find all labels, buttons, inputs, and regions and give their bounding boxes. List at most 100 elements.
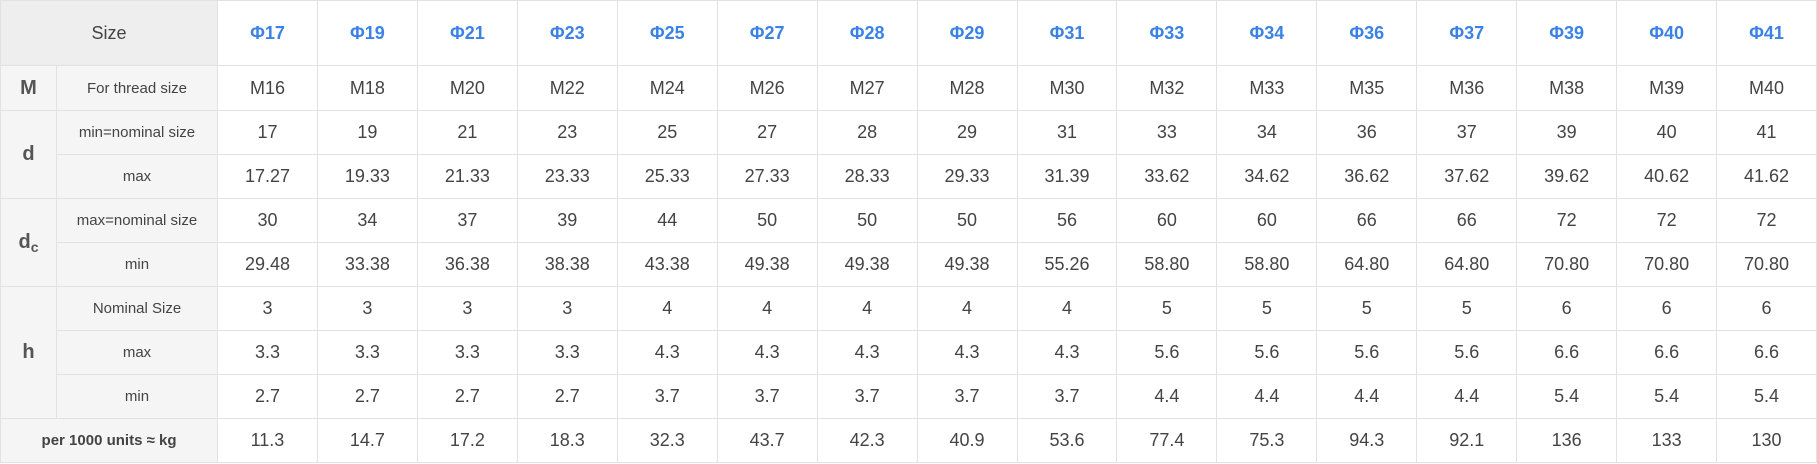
table-cell: 37 — [416, 198, 518, 243]
table-body: M For thread size M16 M18 M20 M22 M24 M26 M27 M28… — [0, 65, 1817, 463]
table-cell: 36.62 — [1316, 154, 1418, 199]
table-cell: 5 — [1216, 286, 1318, 331]
table-cell: 4 — [816, 286, 918, 331]
table-cell: M36 — [1416, 65, 1518, 111]
table-cell: 4.4 — [1116, 374, 1218, 419]
weight-cell: 133 — [1616, 418, 1718, 463]
table-cell: 4.3 — [816, 330, 918, 375]
table-cell: M30 — [1016, 65, 1118, 111]
table-cell: 41 — [1716, 110, 1817, 155]
table-cell: 38.38 — [516, 242, 618, 287]
table-cell: 36 — [1316, 110, 1418, 155]
table-cell: 4 — [716, 286, 818, 331]
table-cell: 5 — [1116, 286, 1218, 331]
table-cell: 4 — [616, 286, 718, 331]
table-cell: M28 — [916, 65, 1018, 111]
table-cell: 39 — [1516, 110, 1618, 155]
group-symbol: dc — [0, 198, 57, 287]
table-cell: 72 — [1716, 198, 1817, 243]
weight-cell: 40.9 — [916, 418, 1018, 463]
table-cell: 70.80 — [1716, 242, 1817, 287]
table-cell: 4.3 — [1016, 330, 1118, 375]
table-cell: M18 — [316, 65, 418, 111]
table-cell: 31 — [1016, 110, 1118, 155]
table-cell: 30 — [217, 198, 318, 243]
table-cell: 3.3 — [416, 330, 518, 375]
weight-cell: 94.3 — [1316, 418, 1418, 463]
table-cell: M38 — [1516, 65, 1618, 111]
table-cell: M39 — [1616, 65, 1718, 111]
row-label: min — [55, 374, 219, 419]
table-cell: 41.62 — [1716, 154, 1817, 199]
size-column-header: Φ27 — [716, 0, 818, 66]
table-cell: 5.6 — [1216, 330, 1318, 375]
table-cell: 2.7 — [516, 374, 618, 419]
table-cell: 40.62 — [1616, 154, 1718, 199]
size-header: Size — [0, 0, 219, 66]
table-cell: 19 — [316, 110, 418, 155]
table-cell: 27 — [716, 110, 818, 155]
table-cell: 34 — [316, 198, 418, 243]
group-symbol: h — [0, 286, 57, 419]
row-label: min=nominal size — [55, 110, 219, 155]
spec-table: Size Φ17 Φ19 Φ21 Φ23 Φ25 Φ27 Φ28 Φ29 Φ31 Φ33 Φ34 Φ3… — [0, 0, 1817, 463]
row-label: max — [55, 330, 219, 375]
table-cell: 50 — [916, 198, 1018, 243]
weight-cell: 11.3 — [217, 418, 318, 463]
size-column-header: Φ25 — [616, 0, 718, 66]
table-cell: 3 — [516, 286, 618, 331]
table-cell: 72 — [1616, 198, 1718, 243]
table-cell: 39.62 — [1516, 154, 1618, 199]
table-cell: 3.7 — [616, 374, 718, 419]
table-cell: 34 — [1216, 110, 1318, 155]
table-cell: 23 — [516, 110, 618, 155]
table-cell: 5.6 — [1116, 330, 1218, 375]
weight-row-label: per 1000 units ≈ kg — [0, 418, 219, 463]
weight-cell: 17.2 — [416, 418, 518, 463]
table-cell: 49.38 — [716, 242, 818, 287]
table-cell: M26 — [716, 65, 818, 111]
table-cell: 6 — [1716, 286, 1817, 331]
table-cell: 66 — [1416, 198, 1518, 243]
table-cell: 3.3 — [217, 330, 318, 375]
table-cell: 33.62 — [1116, 154, 1218, 199]
table-cell: 3 — [217, 286, 318, 331]
size-column-header: Φ36 — [1316, 0, 1418, 66]
size-column-header: Φ39 — [1516, 0, 1618, 66]
table-cell: 37 — [1416, 110, 1518, 155]
table-cell: 72 — [1516, 198, 1618, 243]
table-cell: M32 — [1116, 65, 1218, 111]
size-column-header: Φ40 — [1616, 0, 1718, 66]
table-cell: 58.80 — [1216, 242, 1318, 287]
table-row: min 2.7 2.7 2.7 2.7 3.7 3.7 3.7 3.7 3.7 4.4 4.4 4.4 4… — [1, 374, 1817, 419]
size-column-header: Φ21 — [416, 0, 518, 66]
table-cell: 49.38 — [916, 242, 1018, 287]
table-cell: 21 — [416, 110, 518, 155]
row-label: For thread size — [55, 65, 219, 111]
table-cell: M22 — [516, 65, 618, 111]
table-cell: M16 — [217, 65, 318, 111]
table-cell: 23.33 — [516, 154, 618, 199]
table-row: dc max=nominal size 30 34 37 39 44 50 50 50 56 60 60… — [0, 198, 1817, 287]
weight-cell: 43.7 — [716, 418, 818, 463]
table-cell: 6 — [1516, 286, 1618, 331]
table-cell: 44 — [616, 198, 718, 243]
table-cell: 37.62 — [1416, 154, 1518, 199]
size-column-header: Φ37 — [1416, 0, 1518, 66]
table-cell: M27 — [816, 65, 918, 111]
group-symbol-main: M — [20, 76, 37, 99]
weight-cell: 92.1 — [1416, 418, 1518, 463]
table-cell: M35 — [1316, 65, 1418, 111]
table-row: M For thread size M16 M18 M20 M22 M24 M26 M27 M28… — [0, 65, 1817, 111]
table-cell: 5 — [1416, 286, 1518, 331]
table-cell: M33 — [1216, 65, 1318, 111]
size-column-header: Φ29 — [916, 0, 1018, 66]
table-cell: 17 — [217, 110, 318, 155]
weight-cell: 136 — [1516, 418, 1618, 463]
table-cell: 4.4 — [1316, 374, 1418, 419]
table-cell: 29.48 — [217, 242, 318, 287]
table-cell: 3.3 — [316, 330, 418, 375]
size-column-header: Φ23 — [516, 0, 618, 66]
size-column-header: Φ31 — [1016, 0, 1118, 66]
table-row: max 17.27 19.33 21.33 23.33 25.33 27.33 28.33 29… — [1, 154, 1817, 199]
